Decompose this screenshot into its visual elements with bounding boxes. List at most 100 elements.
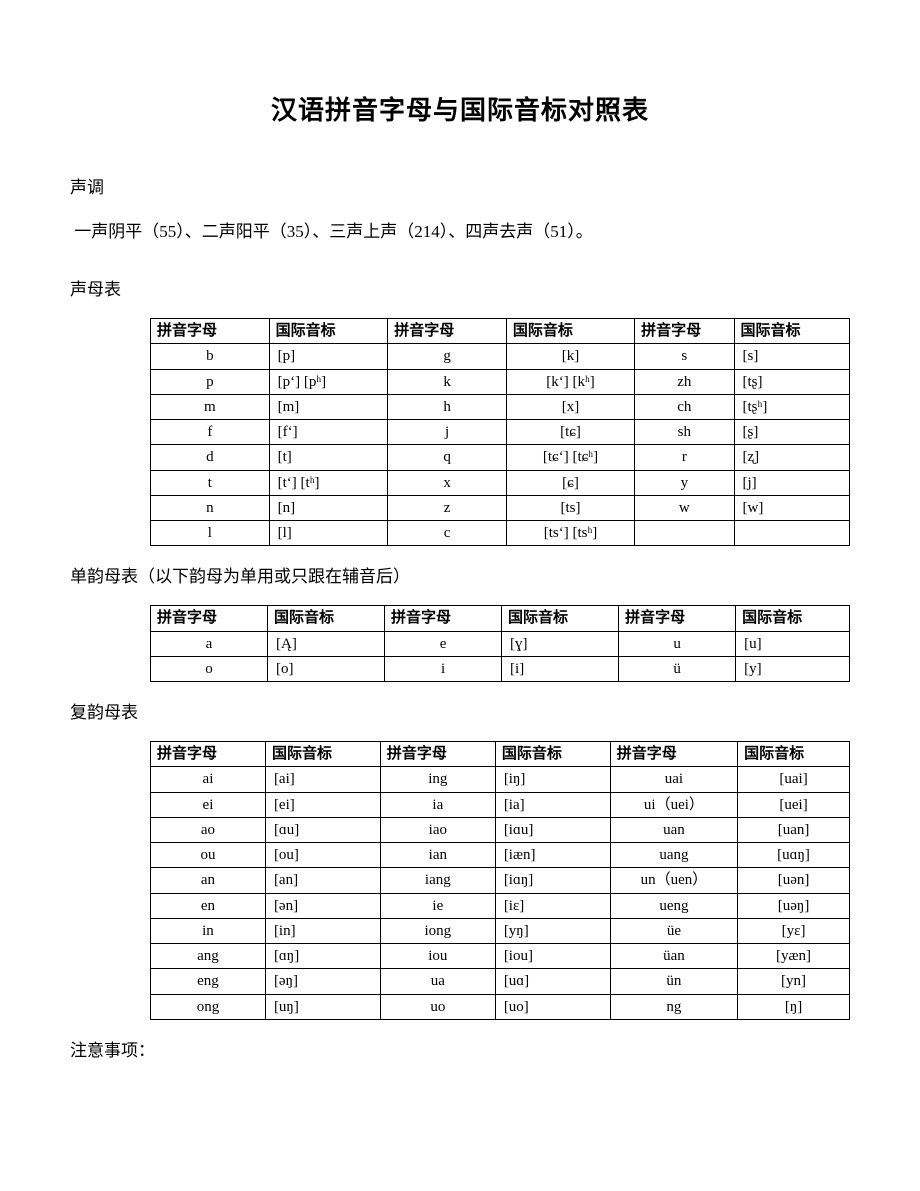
pinyin-cell: ai [151,767,266,792]
ipa-cell: [Ą] [268,631,385,656]
tones-line: 一声阴平（55）、二声阳平（35）、三声上声（214）、四声去声（51）。 [70,218,850,245]
ipa-cell: [n] [269,495,388,520]
ipa-cell: [yn] [738,969,850,994]
pinyin-cell: h [388,394,507,419]
col-pinyin: 拼音字母 [151,319,270,344]
pinyin-cell: r [635,445,734,470]
ipa-cell: [in] [265,918,380,943]
col-ipa: 国际音标 [265,742,380,767]
ipa-cell: [pʻ] [pʰ] [269,369,388,394]
table-row: t[tʻ] [tʰ]x[ɕ]y[j] [151,470,850,495]
col-pinyin: 拼音字母 [385,606,502,631]
pinyin-cell: ng [610,994,737,1019]
table-row: ao[ɑu]iao[iɑu]uan[uan] [151,817,850,842]
col-ipa: 国际音标 [268,606,385,631]
pinyin-cell: m [151,394,270,419]
pinyin-cell: üe [610,918,737,943]
col-pinyin: 拼音字母 [380,742,495,767]
ipa-cell: [yŋ] [495,918,610,943]
ipa-cell: [ou] [265,843,380,868]
col-pinyin: 拼音字母 [635,319,734,344]
ipa-cell: [tʻ] [tʰ] [269,470,388,495]
ipa-cell: [tʂʰ] [734,394,849,419]
compound-finals-table: 拼音字母 国际音标 拼音字母 国际音标 拼音字母 国际音标 ai[ai]ing[… [150,741,850,1020]
ipa-cell: [ŋ] [738,994,850,1019]
pinyin-cell: iong [380,918,495,943]
ipa-cell: [p] [269,344,388,369]
col-pinyin: 拼音字母 [619,606,736,631]
ipa-cell: [i] [502,656,619,681]
pinyin-cell: ong [151,994,266,1019]
col-pinyin: 拼音字母 [610,742,737,767]
table-row: en[ən]ie[iɛ]ueng[uəŋ] [151,893,850,918]
ipa-cell: [ɕ] [506,470,634,495]
pinyin-cell: ou [151,843,266,868]
table-row: b[p]g[k]s[s] [151,344,850,369]
col-pinyin: 拼音字母 [151,606,268,631]
ipa-cell: [uŋ] [265,994,380,1019]
ipa-cell: [yɛ] [738,918,850,943]
ipa-cell: [y] [736,656,850,681]
col-pinyin: 拼音字母 [151,742,266,767]
compound-finals-heading: 复韵母表 [70,698,850,723]
table-row: ai[ai]ing[iŋ]uai[uai] [151,767,850,792]
ipa-cell: [ia] [495,792,610,817]
ipa-cell: [iŋ] [495,767,610,792]
ipa-cell: [x] [506,394,634,419]
ipa-cell: [uai] [738,767,850,792]
ipa-cell: [iɑŋ] [495,868,610,893]
pinyin-cell: ing [380,767,495,792]
ipa-cell: [uəŋ] [738,893,850,918]
ipa-cell: [tʂ] [734,369,849,394]
simple-finals-table: 拼音字母 国际音标 拼音字母 国际音标 拼音字母 国际音标 a[Ą]e[ɣ]u[… [150,605,850,682]
ipa-cell: [w] [734,495,849,520]
pinyin-cell: zh [635,369,734,394]
ipa-cell: [əŋ] [265,969,380,994]
table-row: a[Ą]e[ɣ]u[u] [151,631,850,656]
ipa-cell: [tɕʻ] [tɕʰ] [506,445,634,470]
ipa-cell: [ai] [265,767,380,792]
pinyin-cell: w [635,495,734,520]
table-header-row: 拼音字母 国际音标 拼音字母 国际音标 拼音字母 国际音标 [151,742,850,767]
pinyin-cell: q [388,445,507,470]
pinyin-cell: an [151,868,266,893]
ipa-cell: [ʐ] [734,445,849,470]
pinyin-cell: z [388,495,507,520]
pinyin-cell: uai [610,767,737,792]
ipa-cell: [uan] [738,817,850,842]
ipa-cell: [iæn] [495,843,610,868]
col-ipa: 国际音标 [495,742,610,767]
page-title: 汉语拼音字母与国际音标对照表 [70,90,850,127]
table-row: ang[ɑŋ]iou[iou]üan[yæn] [151,944,850,969]
pinyin-cell: p [151,369,270,394]
ipa-cell: [fʻ] [269,420,388,445]
pinyin-cell: üan [610,944,737,969]
table-header-row: 拼音字母 国际音标 拼音字母 国际音标 拼音字母 国际音标 [151,319,850,344]
pinyin-cell: sh [635,420,734,445]
pinyin-cell: in [151,918,266,943]
ipa-cell: [uɑŋ] [738,843,850,868]
ipa-cell: [k] [506,344,634,369]
ipa-cell: [iou] [495,944,610,969]
table-row: d[t]q[tɕʻ] [tɕʰ]r[ʐ] [151,445,850,470]
pinyin-cell: l [151,521,270,546]
ipa-cell: [iɑu] [495,817,610,842]
ipa-cell: [tɕ] [506,420,634,445]
table-row: f[fʻ]j[tɕ]sh[ʂ] [151,420,850,445]
ipa-cell: [uo] [495,994,610,1019]
pinyin-cell: x [388,470,507,495]
ipa-cell: [tsʻ] [tsʰ] [506,521,634,546]
pinyin-cell: t [151,470,270,495]
ipa-cell: [uən] [738,868,850,893]
pinyin-cell: uang [610,843,737,868]
col-ipa: 国际音标 [502,606,619,631]
col-ipa: 国际音标 [738,742,850,767]
pinyin-cell: g [388,344,507,369]
pinyin-cell: c [388,521,507,546]
table-row: n[n]z[ts]w[w] [151,495,850,520]
simple-finals-heading: 单韵母表（以下韵母为单用或只跟在辅音后） [70,562,850,587]
ipa-cell: [m] [269,394,388,419]
col-ipa: 国际音标 [736,606,850,631]
col-ipa: 国际音标 [506,319,634,344]
pinyin-cell: eng [151,969,266,994]
